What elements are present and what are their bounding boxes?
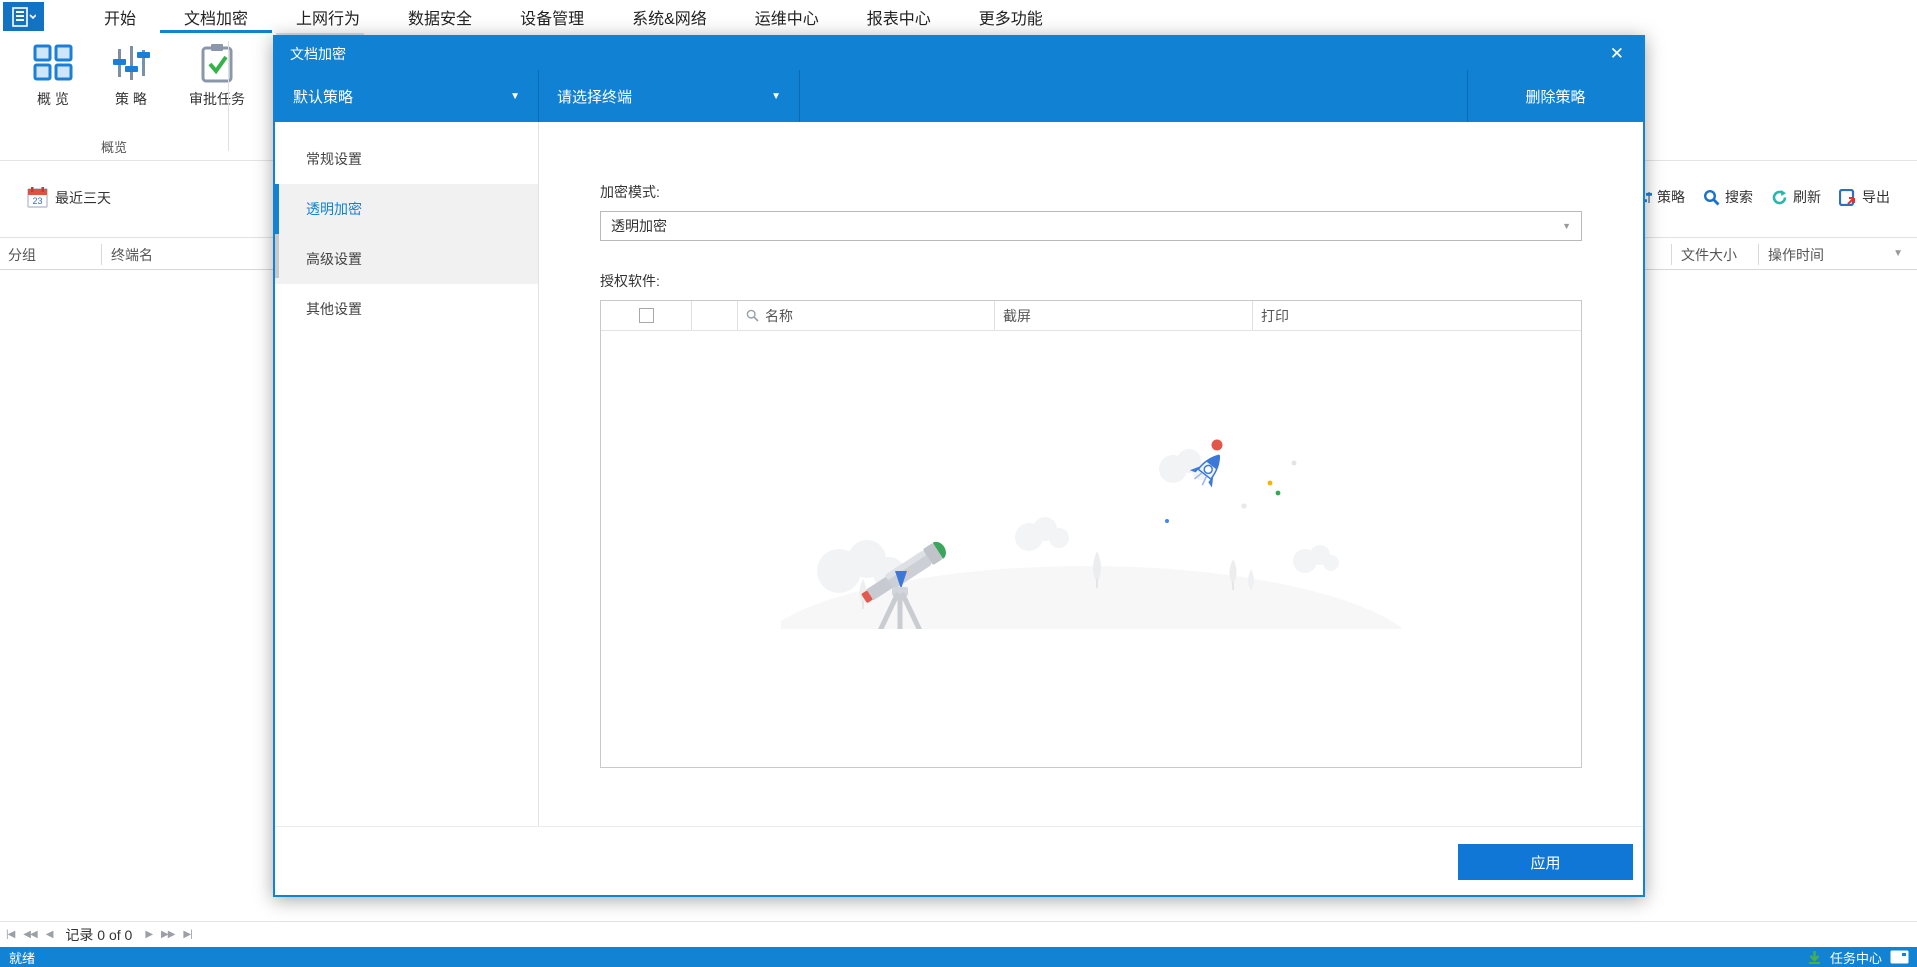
toolbar-export-button[interactable]: 导出 [1839, 187, 1890, 207]
page-next-button[interactable]: ▶ [145, 929, 153, 940]
clipboard-check-icon [198, 43, 236, 83]
terminal-select[interactable]: 请选择终端 ▼ [539, 70, 800, 122]
task-window-icon[interactable] [1890, 950, 1909, 964]
toolbar-search-button[interactable]: 搜索 [1703, 187, 1753, 207]
policy-select[interactable]: 默认策略 ▼ [275, 70, 539, 122]
dialog-content: 加密模式: 透明加密 ▼ 授权软件: 名称 截屏 打印 [539, 122, 1643, 826]
page-first-button[interactable]: |◀ [6, 929, 15, 940]
column-header-optime[interactable]: 操作时间 [1768, 245, 1824, 265]
dialog-title: 文档加密 [290, 45, 346, 62]
toolbar-refresh-button[interactable]: 刷新 [1771, 187, 1821, 207]
dialog-selector-row: 默认策略 ▼ 请选择终端 ▼ 删除策略 [275, 70, 1643, 122]
page-fast-next-button[interactable]: ▶▶ [161, 929, 175, 940]
header-checkbox-cell [601, 301, 692, 330]
nav-item-advanced-settings[interactable]: 高级设置 [275, 234, 538, 284]
authorized-software-table: 名称 截屏 打印 [600, 300, 1582, 768]
column-header-filesize[interactable]: 文件大小 [1681, 245, 1737, 265]
toolbar-policy-label: 策略 [1657, 189, 1685, 205]
svg-text:23: 23 [32, 196, 42, 206]
ribbon-item-overview[interactable]: 概 览 [14, 33, 92, 130]
calendar-icon: 23 [27, 187, 48, 208]
encryption-mode-value: 透明加密 [611, 218, 667, 234]
status-bar: 就绪 任务中心 [0, 947, 1917, 967]
header-blank-cell [692, 301, 738, 330]
top-menu-bar: 开始 文档加密 上网行为 数据安全 设备管理 系统&网络 运维中心 报表中心 更… [0, 0, 1917, 33]
select-all-checkbox[interactable] [638, 308, 654, 323]
dialog-body: 常规设置 透明加密 高级设置 其他设置 加密模式: 透明加密 ▼ 授权软件: 名… [275, 122, 1643, 826]
column-divider[interactable] [101, 244, 102, 265]
chevron-down-icon: ▼ [1562, 221, 1571, 231]
download-arrow-icon [1807, 950, 1822, 965]
column-divider[interactable] [1758, 244, 1759, 265]
menu-item-start[interactable]: 开始 [80, 0, 160, 33]
refresh-icon [1771, 189, 1788, 206]
ribbon-label-approval: 审批任务 [189, 91, 245, 107]
apply-button[interactable]: 应用 [1458, 844, 1633, 880]
nav-item-transparent-encryption[interactable]: 透明加密 [275, 184, 538, 234]
column-options-caret-icon[interactable]: ▼ [1893, 248, 1903, 259]
ribbon-group-label: 概览 [100, 140, 127, 155]
empty-state-illustration [601, 419, 1581, 629]
app-list-icon [11, 6, 36, 27]
encryption-mode-select[interactable]: 透明加密 ▼ [600, 211, 1582, 241]
doc-encryption-dialog: 文档加密 ✕ 默认策略 ▼ 请选择终端 ▼ 删除策略 常规设置 透明加密 高级设… [273, 35, 1645, 897]
nav-item-general-settings[interactable]: 常规设置 [275, 134, 538, 184]
app-menu-button[interactable] [3, 2, 44, 31]
menu-item-data-security[interactable]: 数据安全 [384, 0, 496, 33]
record-count-label: 记录 0 of 0 [65, 926, 133, 943]
search-icon [746, 309, 759, 322]
status-ready-label: 就绪 [9, 950, 36, 966]
dialog-titlebar: 文档加密 ✕ [275, 37, 1643, 70]
menu-item-more[interactable]: 更多功能 [955, 0, 1067, 33]
export-icon [1839, 188, 1857, 206]
ribbon-item-policy[interactable]: 策 略 [92, 33, 170, 130]
date-filter-label: 最近三天 [55, 189, 111, 206]
page-fast-prev-button[interactable]: ◀◀ [23, 929, 37, 940]
authorized-software-label: 授权软件: [600, 273, 660, 289]
ribbon-label-policy: 策 略 [115, 91, 147, 107]
dialog-footer: 应用 [275, 826, 1643, 895]
chevron-down-icon: ▼ [771, 90, 781, 102]
header-name-label: 名称 [765, 307, 793, 324]
pagination-bar: |◀ ◀◀ ◀ 记录 0 of 0 ▶ ▶▶ ▶| [0, 921, 1917, 947]
menu-item-web-behavior[interactable]: 上网行为 [272, 0, 384, 33]
toolbar-search-label: 搜索 [1725, 189, 1753, 205]
main-menu: 开始 文档加密 上网行为 数据安全 设备管理 系统&网络 运维中心 报表中心 更… [80, 0, 1067, 33]
workspace-toolbar: 策略 搜索 刷新 导出 [1635, 187, 1890, 207]
menu-item-system-network[interactable]: 系统&网络 [608, 0, 731, 33]
column-header-group[interactable]: 分组 [8, 245, 36, 265]
ribbon-item-approval-tasks[interactable]: 审批任务 [170, 33, 264, 130]
nav-item-other-settings[interactable]: 其他设置 [275, 284, 538, 334]
header-print-cell[interactable]: 打印 [1253, 301, 1581, 330]
toolbar-refresh-label: 刷新 [1793, 189, 1821, 205]
software-table-header: 名称 截屏 打印 [601, 301, 1581, 331]
header-screenshot-cell[interactable]: 截屏 [995, 301, 1253, 330]
close-icon[interactable]: ✕ [1606, 43, 1628, 64]
header-name-cell[interactable]: 名称 [738, 301, 995, 330]
dialog-nav: 常规设置 透明加密 高级设置 其他设置 [275, 122, 539, 826]
sliders-icon [111, 44, 151, 82]
ribbon-label-overview: 概 览 [37, 91, 69, 107]
encryption-mode-label: 加密模式: [600, 184, 660, 200]
menu-item-doc-encryption[interactable]: 文档加密 [160, 0, 272, 33]
toolbar-export-label: 导出 [1862, 189, 1890, 205]
column-header-terminal[interactable]: 终端名 [111, 245, 153, 265]
date-filter[interactable]: 23 最近三天 [27, 187, 111, 208]
grid-icon [33, 44, 73, 82]
column-divider[interactable] [1671, 244, 1672, 265]
terminal-select-value: 请选择终端 [557, 88, 633, 106]
menu-item-report-center[interactable]: 报表中心 [843, 0, 955, 33]
chevron-down-icon: ▼ [510, 90, 520, 102]
ribbon-group-divider [228, 41, 229, 151]
task-center-button[interactable]: 任务中心 [1830, 948, 1882, 967]
delete-policy-button[interactable]: 删除策略 [1467, 70, 1643, 122]
menu-item-ops-center[interactable]: 运维中心 [731, 0, 843, 33]
policy-select-value: 默认策略 [293, 88, 354, 106]
page-last-button[interactable]: ▶| [183, 929, 192, 940]
page-prev-button[interactable]: ◀ [46, 929, 54, 940]
menu-item-device-mgmt[interactable]: 设备管理 [496, 0, 608, 33]
magnifier-icon [1703, 189, 1720, 206]
